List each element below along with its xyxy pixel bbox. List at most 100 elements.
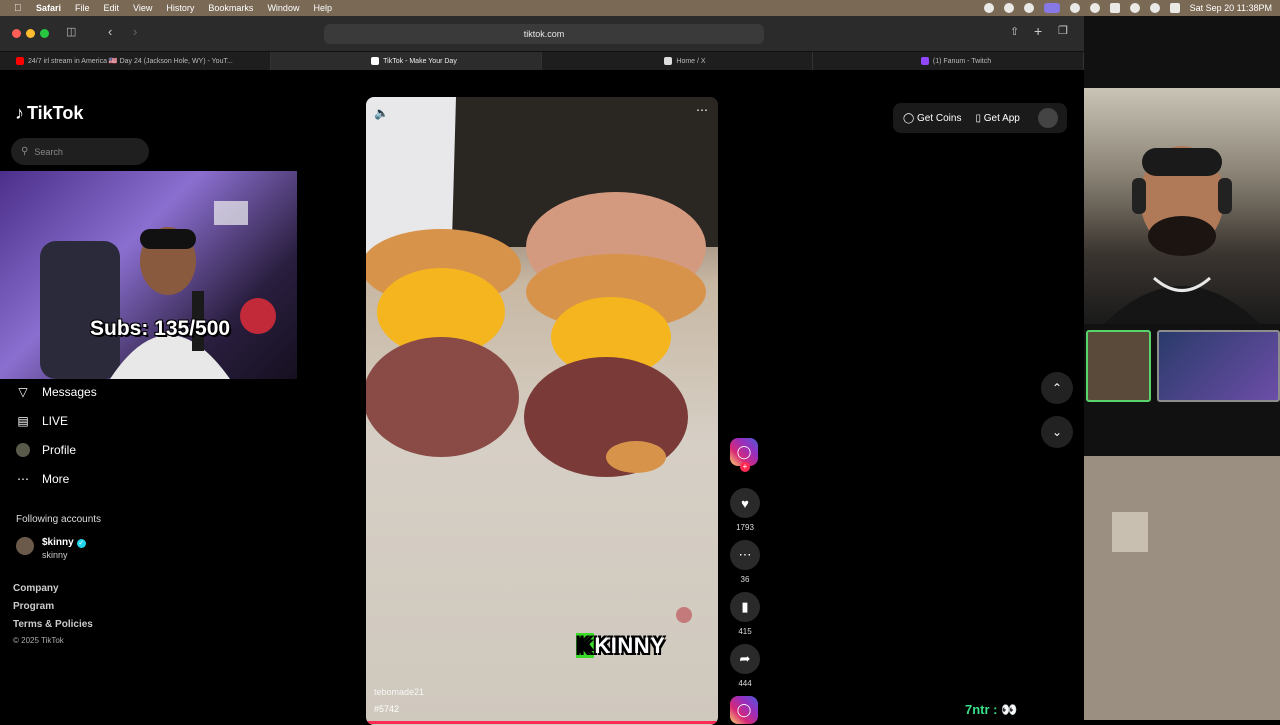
- video-hashtag[interactable]: #5742: [374, 704, 399, 714]
- tab-label: Home / X: [676, 57, 706, 65]
- footer-company-link[interactable]: Company: [13, 583, 59, 594]
- battery-icon[interactable]: [1109, 3, 1120, 13]
- brand-overlay: KKINNY: [576, 633, 665, 659]
- save-button[interactable]: ▮ 415: [730, 592, 760, 636]
- record-icon[interactable]: [983, 3, 994, 13]
- footer-program-link[interactable]: Program: [13, 601, 54, 612]
- spotlight-icon[interactable]: [1149, 3, 1160, 13]
- ticker-name: 7ntr :: [965, 702, 998, 717]
- sidebar-toggle-icon[interactable]: ◫: [66, 25, 76, 38]
- brand-letter: K: [576, 633, 595, 658]
- stream-thumbnail-1[interactable]: [1086, 330, 1151, 402]
- screen-share-icon[interactable]: [1043, 3, 1060, 13]
- menu-window[interactable]: Window: [267, 3, 299, 13]
- spotify-icon[interactable]: [1003, 3, 1014, 13]
- heart-icon: ♥: [730, 488, 760, 518]
- comment-button[interactable]: ⋯ 36: [730, 540, 760, 584]
- tiktok-logo[interactable]: ♪ TikTok: [15, 103, 83, 124]
- previous-video-button[interactable]: ⌃: [1041, 372, 1073, 404]
- video-progress-bar[interactable]: [366, 721, 718, 724]
- twitch-favicon-icon: [920, 57, 929, 65]
- tab-twitch[interactable]: (1) Fanum - Twitch: [813, 52, 1084, 70]
- room-wall: [1084, 456, 1280, 720]
- control-center-icon[interactable]: [1169, 3, 1180, 13]
- like-button[interactable]: ♥ 1793: [730, 488, 760, 532]
- forward-arrow-icon[interactable]: ›: [133, 24, 137, 39]
- nav-more[interactable]: ⋯ More: [16, 472, 69, 486]
- like-count: 1793: [736, 523, 754, 532]
- x-favicon-icon: [664, 57, 673, 65]
- stream-thumbnail-2[interactable]: [1157, 330, 1280, 402]
- tab-youtube[interactable]: 24/7 irl stream in America 🇺🇸 Day 24 (Ja…: [0, 52, 271, 70]
- send-icon: ▽: [18, 385, 28, 399]
- follow-plus-icon[interactable]: +: [740, 462, 750, 472]
- share-icon[interactable]: ⇧: [1010, 25, 1019, 38]
- guest-webcam: [1084, 88, 1280, 324]
- zoom-window-button[interactable]: [40, 29, 49, 38]
- video-player[interactable]: 🔈 ⋯ tebomade21 #5742: [366, 97, 718, 725]
- tab-tiktok[interactable]: TikTok - Make Your Day: [271, 52, 542, 70]
- get-app-button[interactable]: ▯ Get App: [975, 113, 1019, 124]
- volume-icon[interactable]: 🔈: [374, 106, 389, 120]
- streamer-figure: [40, 201, 276, 379]
- user-avatar[interactable]: [1037, 108, 1058, 128]
- back-arrow-icon[interactable]: ‹: [108, 24, 112, 39]
- macos-menubar:  Safari File Edit View History Bookmark…: [0, 0, 1280, 16]
- menu-history[interactable]: History: [166, 3, 194, 13]
- address-url: tiktok.com: [523, 29, 565, 39]
- creative-cloud-icon[interactable]: [1069, 3, 1080, 13]
- avatar: [16, 537, 34, 555]
- menubar-status-area: Sat Sep 20 11:38PM: [983, 0, 1272, 16]
- nav-messages[interactable]: ▽ Messages: [16, 385, 97, 399]
- tab-overview-icon[interactable]: ❐: [1058, 24, 1068, 37]
- apple-icon[interactable]: : [14, 3, 26, 14]
- tab-bar: 24/7 irl stream in America 🇺🇸 Day 24 (Ja…: [0, 51, 1084, 70]
- get-coins-button[interactable]: ◯ Get Coins: [903, 113, 961, 124]
- minimize-window-button[interactable]: [26, 29, 35, 38]
- nav-profile[interactable]: Profile: [16, 443, 76, 457]
- search-input[interactable]: ⚲ Search: [11, 138, 149, 165]
- menu-app-name[interactable]: Safari: [36, 3, 61, 13]
- more-options-icon[interactable]: ⋯: [696, 103, 708, 117]
- next-video-button[interactable]: ⌄: [1041, 416, 1073, 448]
- menubar-clock[interactable]: Sat Sep 20 11:38PM: [1190, 3, 1272, 13]
- video-frame-burger: [366, 97, 718, 623]
- bookmark-icon: ▮: [730, 592, 760, 622]
- top-actions-bar: ◯ Get Coins ▯ Get App: [893, 103, 1067, 133]
- tab-x[interactable]: Home / X: [542, 52, 813, 70]
- safari-window: ◫ ‹ › tiktok.com ⇧ + ❐ 24/7 irl stream i…: [0, 16, 1084, 725]
- chevron-up-icon: ⌃: [1051, 381, 1063, 395]
- obs-icon[interactable]: [1023, 3, 1034, 13]
- video-username[interactable]: tebomade21: [374, 687, 424, 697]
- menu-edit[interactable]: Edit: [104, 3, 120, 13]
- play-icon[interactable]: [1089, 3, 1100, 13]
- close-window-button[interactable]: [12, 29, 21, 38]
- safari-toolbar: ◫ ‹ › tiktok.com ⇧ + ❐: [0, 16, 1084, 51]
- verified-icon: ✓: [76, 539, 86, 548]
- brand-text: KINNY: [594, 633, 666, 658]
- new-tab-icon[interactable]: +: [1034, 23, 1042, 39]
- search-icon: ⚲: [21, 146, 29, 157]
- more-icon: ⋯: [17, 472, 29, 486]
- creator-avatar-button[interactable]: ◯ +: [730, 438, 760, 472]
- menu-help[interactable]: Help: [313, 3, 332, 13]
- tiktok-favicon-icon: [371, 57, 380, 65]
- nav-label: Profile: [42, 443, 77, 457]
- menu-view[interactable]: View: [133, 3, 152, 13]
- address-bar[interactable]: tiktok.com: [324, 24, 764, 44]
- wifi-icon[interactable]: [1129, 3, 1140, 13]
- following-account-item[interactable]: $kinny ✓ skinny: [16, 532, 86, 560]
- share-button[interactable]: ➦ 444: [730, 644, 760, 688]
- tiktok-note-icon: ♪: [15, 103, 24, 123]
- footer-terms-link[interactable]: Terms & Policies: [13, 619, 93, 630]
- chat-ticker: 7ntr : 👀: [965, 702, 1017, 718]
- menu-bookmarks[interactable]: Bookmarks: [208, 3, 253, 13]
- account-handle: skinny: [42, 550, 68, 560]
- comment-icon: ⋯: [730, 540, 760, 570]
- nav-label: Messages: [42, 385, 97, 399]
- nav-live[interactable]: ▤ LIVE: [16, 414, 68, 428]
- search-placeholder: Search: [34, 146, 63, 157]
- nav-label: LIVE: [42, 414, 69, 428]
- avatar-icon: [16, 443, 30, 457]
- menu-file[interactable]: File: [75, 3, 90, 13]
